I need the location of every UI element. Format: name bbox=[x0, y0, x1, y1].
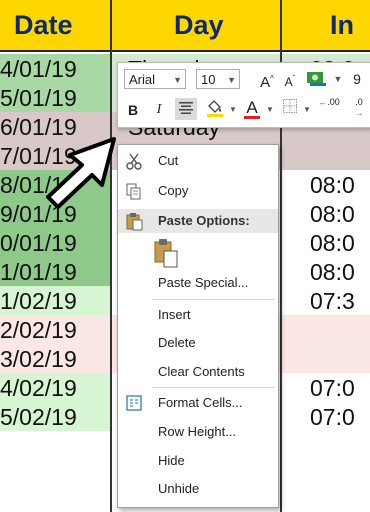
menu-item-insert[interactable]: Insert bbox=[118, 303, 278, 327]
decrease-decimal-icon: .0 bbox=[355, 97, 363, 107]
header-day[interactable]: Day bbox=[112, 0, 280, 52]
cell-date[interactable]: 1/01/19 bbox=[0, 257, 110, 286]
header-day-label: Day bbox=[174, 10, 224, 40]
menu-item-copy-label: Copy bbox=[158, 183, 189, 198]
menu-item-unhide-label: Unhide bbox=[158, 481, 200, 496]
bold-button[interactable]: B bbox=[126, 99, 140, 121]
cell-in[interactable]: 08:0 bbox=[282, 257, 370, 286]
menu-item-hide[interactable]: Hide bbox=[118, 449, 278, 473]
paste-button[interactable] bbox=[152, 237, 180, 269]
clipboard-icon bbox=[124, 211, 144, 231]
font-color-button[interactable]: A bbox=[242, 97, 262, 119]
header-date[interactable]: Date bbox=[0, 0, 110, 52]
menu-item-paste-special[interactable]: Paste Special... bbox=[118, 271, 278, 295]
menu-item-row-height-label: Row Height... bbox=[158, 424, 237, 439]
cell-date[interactable]: 0/01/19 bbox=[0, 228, 110, 257]
decimals-label: .00 bbox=[327, 97, 340, 107]
chevron-down-icon[interactable]: ▼ bbox=[302, 99, 312, 121]
menu-item-delete[interactable]: Delete bbox=[118, 331, 278, 355]
menu-item-clear-contents-label: Clear Contents bbox=[158, 364, 245, 379]
chevron-down-icon[interactable]: ▼ bbox=[265, 99, 275, 121]
shrink-font-label: A bbox=[284, 75, 293, 89]
cell-in[interactable] bbox=[282, 141, 370, 170]
cell-date[interactable]: 4/02/19 bbox=[0, 373, 110, 402]
menu-item-delete-label: Delete bbox=[158, 335, 196, 350]
cell-in[interactable]: 07:3 bbox=[282, 286, 370, 315]
font-size-select[interactable]: 10 ▼ bbox=[196, 69, 240, 89]
cell-in[interactable] bbox=[282, 315, 370, 344]
align-center-button[interactable] bbox=[175, 98, 197, 120]
cell-in[interactable]: 07:0 bbox=[282, 373, 370, 402]
cell-date[interactable]: 2/02/19 bbox=[0, 315, 110, 344]
menu-item-cut-label: Cut bbox=[158, 153, 179, 168]
menu-item-format-cells-label: Format Cells... bbox=[158, 395, 243, 410]
arrow-left-icon: ← bbox=[318, 97, 328, 107]
menu-item-hide-label: Hide bbox=[158, 453, 185, 468]
menu-item-format-cells[interactable]: Format Cells... bbox=[118, 391, 278, 415]
fill-color-button[interactable] bbox=[204, 98, 226, 120]
menu-item-clear-contents[interactable]: Clear Contents bbox=[118, 360, 278, 384]
header-date-label: Date bbox=[14, 10, 73, 40]
arrow-cursor-icon bbox=[40, 137, 120, 209]
menu-item-insert-label: Insert bbox=[158, 307, 191, 322]
mini-toolbar: Arial ▼ 10 ▼ A^ Aˇ ▼ 9 B I ▼ A ▼ ▼ ←.00 .0… bbox=[117, 62, 370, 128]
chevron-down-icon[interactable]: ▼ bbox=[228, 99, 238, 121]
menu-item-paste-special-label: Paste Special... bbox=[158, 275, 249, 290]
context-menu: Cut Copy Paste Options: Paste Special...… bbox=[117, 144, 279, 508]
cell-in[interactable]: 08:0 bbox=[282, 170, 370, 199]
italic-button[interactable]: I bbox=[152, 99, 166, 121]
cell-date[interactable]: 4/01/19 bbox=[0, 54, 110, 83]
cell-date[interactable]: 5/02/19 bbox=[0, 402, 110, 431]
grow-font-button[interactable]: A^ bbox=[259, 68, 275, 91]
cell-in[interactable]: 07:0 bbox=[282, 402, 370, 431]
more-label: 9 bbox=[353, 71, 361, 87]
paste-options-label: Paste Options: bbox=[158, 213, 250, 228]
increase-decimal-button[interactable]: ←.00 bbox=[316, 97, 342, 119]
cell-in[interactable] bbox=[282, 344, 370, 373]
font-name-value: Arial bbox=[129, 72, 156, 87]
chevron-down-icon: ▼ bbox=[173, 75, 182, 85]
copy-icon bbox=[124, 181, 144, 201]
font-name-select[interactable]: Arial ▼ bbox=[124, 69, 186, 89]
arrow-right-icon: → bbox=[354, 108, 364, 118]
decrease-decimal-button[interactable]: .0 → bbox=[350, 97, 368, 119]
paste-icon bbox=[154, 239, 178, 268]
currency-icon bbox=[307, 72, 326, 86]
italic-label: I bbox=[156, 102, 162, 117]
menu-item-copy[interactable]: Copy bbox=[118, 179, 278, 203]
font-color-bar bbox=[244, 116, 260, 119]
chevron-down-icon: ▼ bbox=[227, 75, 236, 85]
borders-button[interactable] bbox=[280, 98, 300, 120]
borders-icon bbox=[283, 99, 297, 113]
column-divider bbox=[110, 0, 112, 512]
header-in-label: In bbox=[330, 10, 354, 40]
menu-separator bbox=[152, 387, 274, 388]
cell-date[interactable]: 5/01/19 bbox=[0, 83, 110, 112]
shrink-font-button[interactable]: Aˇ bbox=[282, 68, 298, 90]
paint-bucket-icon bbox=[207, 100, 223, 117]
align-center-icon bbox=[179, 102, 193, 114]
menu-separator bbox=[152, 299, 274, 300]
menu-item-cut[interactable]: Cut bbox=[118, 149, 278, 173]
scissors-icon bbox=[124, 151, 144, 171]
bold-label: B bbox=[127, 102, 139, 118]
header-in[interactable]: In bbox=[282, 0, 370, 52]
font-size-value: 10 bbox=[201, 72, 216, 87]
grow-font-label: A bbox=[260, 74, 271, 91]
menu-item-unhide[interactable]: Unhide bbox=[118, 477, 278, 501]
cell-in[interactable]: 08:0 bbox=[282, 199, 370, 228]
cell-in[interactable]: 08:0 bbox=[282, 228, 370, 257]
cell-date[interactable]: 3/02/19 bbox=[0, 344, 110, 373]
chevron-down-icon[interactable]: ▼ bbox=[332, 68, 344, 90]
menu-item-row-height[interactable]: Row Height... bbox=[118, 420, 278, 444]
cell-date[interactable]: 1/02/19 bbox=[0, 286, 110, 315]
percent-style-button[interactable]: 9 bbox=[348, 68, 366, 90]
format-cells-icon bbox=[124, 393, 144, 413]
font-color-label: A bbox=[246, 98, 258, 117]
currency-format-button[interactable] bbox=[304, 68, 330, 90]
